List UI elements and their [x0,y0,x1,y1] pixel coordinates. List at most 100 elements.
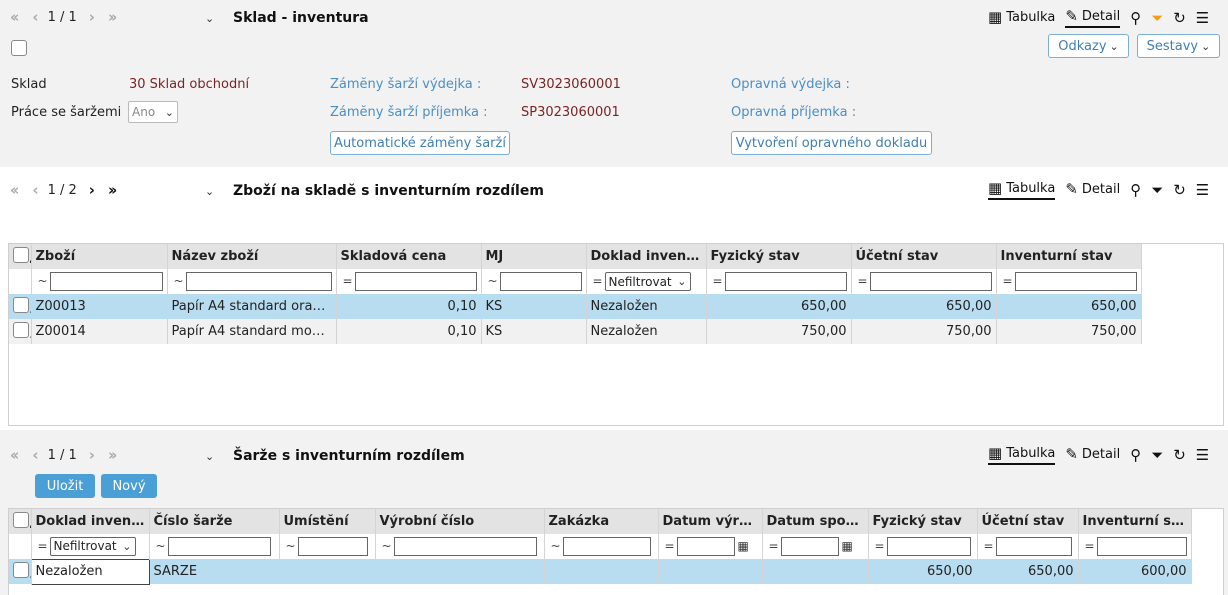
calendar-icon[interactable]: ▦ [738,539,749,553]
last-page-icon[interactable]: ›› [108,8,118,26]
col-header[interactable]: Zboží [31,244,168,269]
filter-input[interactable] [393,537,537,556]
filter-input[interactable] [1096,537,1187,556]
page-count: 1 / 2 [47,182,77,198]
menu-icon[interactable]: ☰ [1196,183,1209,198]
date-filter-input[interactable] [676,537,735,556]
col-header[interactable]: Datum výroby [658,509,763,534]
filter-input[interactable] [167,537,271,556]
date-filter-input[interactable] [780,537,839,556]
col-header[interactable]: MJ [481,244,587,269]
table-row[interactable]: Z00014 Papír A4 standard modrý 0,10 KS N… [9,319,1142,344]
section-title: Šarže s inventurním rozdílem [233,448,465,464]
last-page-icon[interactable]: ›› [108,446,118,464]
filter-input[interactable] [49,272,163,291]
table-icon: ▦ [988,444,1003,462]
tab-detail[interactable]: ✎ Detail [1065,447,1120,464]
prev-page-icon[interactable]: ‹ [32,8,38,26]
select-checkbox[interactable] [11,40,27,56]
vydejka-label: Zámĕny šarží výdejka : [330,77,482,92]
select-all-checkbox[interactable] [13,511,29,528]
row-checkbox[interactable] [13,561,29,578]
refresh-icon[interactable]: ↻ [1173,448,1186,463]
calendar-icon[interactable]: ▦ [842,539,853,553]
sestavy-button[interactable]: Sestavy ⌄ [1137,34,1220,58]
tab-tabulka[interactable]: ▦ Tabulka [988,181,1056,200]
menu-icon[interactable]: ☰ [1196,11,1209,26]
first-page-icon[interactable]: ‹‹ [10,181,20,199]
goods-pager: ‹‹ ‹ 1 / 2 › ›› [10,181,118,199]
last-page-icon[interactable]: ›› [108,181,118,199]
filter-icon[interactable]: ⏷ [1151,11,1163,26]
next-page-icon[interactable]: › [89,8,95,26]
tab-detail[interactable]: ✎ Detail [1065,9,1121,28]
odkazy-button[interactable]: Odkazy ⌄ [1048,34,1129,58]
col-header[interactable]: Datum spotřeby [762,509,869,534]
filter-select[interactable]: Nefiltrovat ⌄ [604,272,691,291]
search-icon[interactable]: ⚲ [1130,11,1141,26]
menu-icon[interactable]: ☰ [1196,448,1209,463]
first-page-icon[interactable]: ‹‹ [10,446,20,464]
filter-input[interactable] [562,537,651,556]
tab-detail[interactable]: ✎ Detail [1065,182,1120,199]
col-header[interactable]: Fyzický stav [706,244,852,269]
sklad-label: Sklad [11,77,47,92]
col-header[interactable]: Doklad inventury [31,509,150,534]
next-page-icon[interactable]: › [89,181,95,199]
refresh-icon[interactable]: ↻ [1173,183,1186,198]
first-page-icon[interactable]: ‹‹ [10,8,20,26]
auto-zameny-button[interactable]: Automatické zámĕny šarží [330,131,510,155]
search-icon[interactable]: ⚲ [1130,183,1141,198]
collapse-chevron-icon[interactable]: ⌄ [205,450,214,463]
editable-cell[interactable]: Nezaložen [30,558,150,585]
table-row[interactable]: Nezaložen SARZE 650,00 650,00 600,00 [9,558,1192,585]
filter-input[interactable] [1014,272,1137,291]
collapse-chevron-icon[interactable]: ⌄ [205,12,214,25]
prev-page-icon[interactable]: ‹ [32,446,38,464]
prijemka-label: Zámĕny šarží příjemka : [330,105,488,120]
filter-icon[interactable]: ⏷ [1151,448,1163,463]
opravny-doklad-button[interactable]: Vytvoření opravného dokladu [731,131,932,155]
prace-select[interactable]: Ano ⌄ [128,101,178,123]
prijemka-value[interactable]: SP3023060001 [521,105,620,120]
col-header[interactable]: Skladová cena [336,244,482,269]
tab-tabulka[interactable]: ▦ Tabulka [988,444,1056,465]
filter-input[interactable] [886,537,971,556]
filter-input[interactable] [499,272,582,291]
row-checkbox[interactable] [13,321,29,338]
col-header[interactable]: Zakázka [544,509,659,534]
col-header[interactable]: Inventurní stav [996,244,1142,269]
chevron-down-icon: ⌄ [164,105,174,119]
col-header[interactable]: Číslo šarže [149,509,280,534]
batches-toolbar: ▦ Tabulka ✎ Detail ⚲ ⏷ ↻ ☰ [988,446,1209,465]
collapse-chevron-icon[interactable]: ⌄ [205,185,214,198]
select-all-checkbox[interactable] [13,246,29,263]
prev-page-icon[interactable]: ‹ [32,181,38,199]
col-header[interactable]: Fyzický stav [868,509,978,534]
filter-input[interactable] [354,272,477,291]
search-icon[interactable]: ⚲ [1130,448,1141,463]
new-button[interactable]: Nový [101,474,157,498]
col-header[interactable]: Účetní stav [851,244,997,269]
next-page-icon[interactable]: › [89,446,95,464]
filter-input[interactable] [869,272,992,291]
col-header[interactable]: Doklad inventury [586,244,707,269]
refresh-icon[interactable]: ↻ [1173,11,1186,26]
filter-input[interactable] [185,272,332,291]
filter-select[interactable]: Nefiltrovat ⌄ [49,536,136,556]
page-count: 1 / 1 [47,447,77,463]
filter-icon[interactable]: ⏷ [1151,183,1163,198]
col-header[interactable]: Název zboží [167,244,337,269]
table-row[interactable]: Z00013 Papír A4 standard oranžový 0,10 K… [9,294,1142,319]
row-checkbox[interactable] [13,296,29,313]
save-button[interactable]: Uložit [35,474,95,498]
filter-input[interactable] [995,537,1072,556]
col-header[interactable]: Inventurní stav [1078,509,1192,534]
tab-tabulka[interactable]: ▦ Tabulka [988,10,1055,27]
col-header[interactable]: Výrobní číslo [375,509,545,534]
col-header[interactable]: Účetní stav [977,509,1079,534]
filter-input[interactable] [724,272,847,291]
col-header[interactable]: Umístĕní [279,509,376,534]
filter-input[interactable] [297,537,368,556]
vydejka-value[interactable]: SV3023060001 [521,77,621,92]
